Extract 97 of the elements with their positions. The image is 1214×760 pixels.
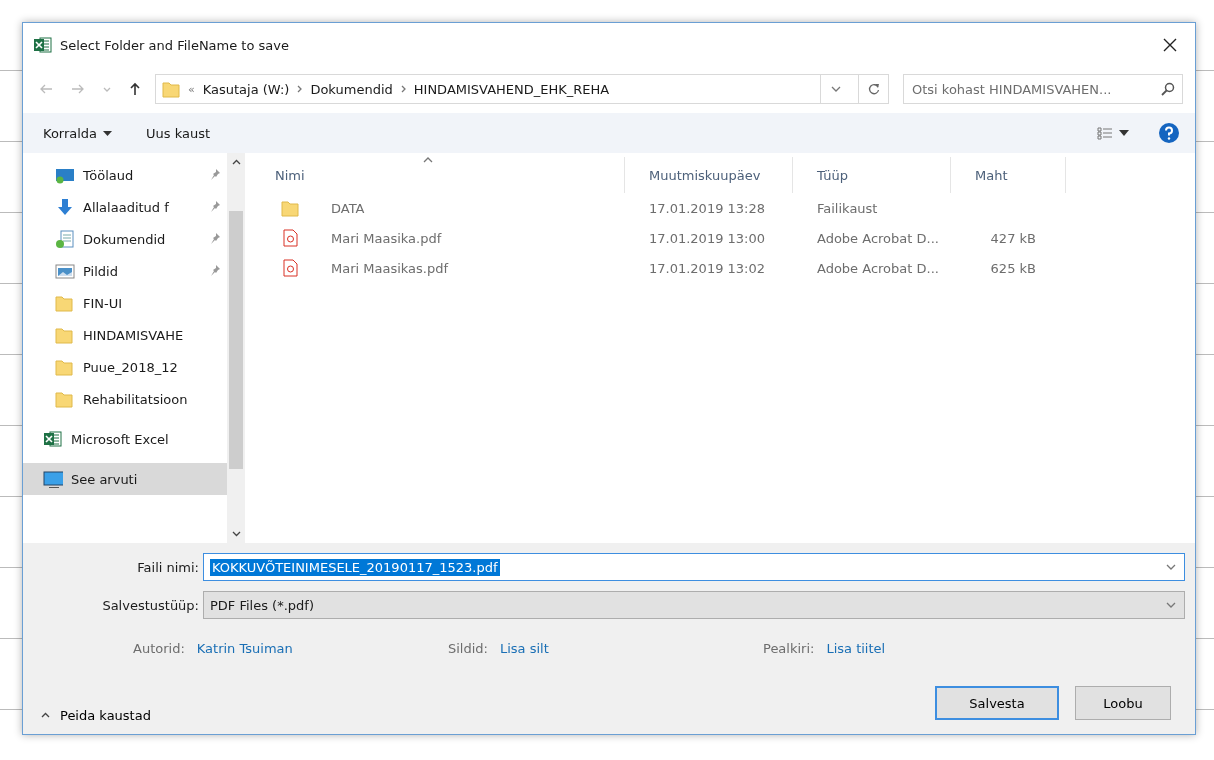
sidebar-label: Microsoft Excel xyxy=(71,431,169,447)
window-title: Select Folder and FileName to save xyxy=(60,37,290,53)
sidebar-item[interactable]: Rehabilitatsioon xyxy=(23,383,227,415)
sidebar-item[interactable]: Allalaaditud f xyxy=(23,191,227,223)
file-name[interactable]: Mari Maasikas.pdf xyxy=(251,259,625,277)
sidebar-label: HINDAMISVAHE xyxy=(83,327,184,343)
sidebar-item[interactable]: HINDAMISVAHE xyxy=(23,319,227,351)
field-label: Faili nimi: xyxy=(136,559,200,575)
overflow-chevron[interactable]: « xyxy=(188,82,195,96)
sidebar-item[interactable]: Pildid xyxy=(23,255,227,287)
breadcrumb[interactable]: Kasutaja (W:) xyxy=(202,81,290,97)
right-arrow-icon xyxy=(71,83,85,95)
chevron-down-icon xyxy=(830,86,841,92)
sidebar-item[interactable]: See arvuti xyxy=(23,463,227,495)
table-cell-text: 427 kB xyxy=(989,230,1037,246)
field-label: Salvestustüüp: xyxy=(101,597,200,613)
address-bar[interactable]: « Kasutaja (W:) Dokumendid HINDAMISVAHEND_EHK_REHA xyxy=(155,74,889,104)
excel-icon xyxy=(33,36,52,54)
folder-icon xyxy=(55,294,75,312)
pdf-file-icon xyxy=(281,229,299,247)
chevron-down-icon xyxy=(1166,602,1176,608)
metadata-label: Pealkiri: xyxy=(763,641,815,656)
up-arrow-icon xyxy=(129,82,141,96)
scrollbar-thumb[interactable] xyxy=(229,211,243,469)
column-header[interactable]: Maht xyxy=(951,157,1066,193)
table-cell-text: 17.01.2019 13:28 xyxy=(648,200,767,216)
save-button[interactable]: Salvesta xyxy=(935,686,1059,720)
file-name-text: Mari Maasika.pdf xyxy=(330,230,442,246)
sidebar-item[interactable]: Microsoft Excel xyxy=(23,423,227,455)
hide-folders-toggle[interactable]: Peida kaustad xyxy=(23,706,157,724)
table-cell-text: 625 kB xyxy=(989,260,1037,276)
search-field[interactable]: Otsi kohast HINDAMISVAHEN... xyxy=(903,74,1183,104)
search-icon xyxy=(1161,82,1175,96)
chevron-right-icon xyxy=(400,85,406,93)
chevron-up-icon xyxy=(231,159,241,165)
folder-icon xyxy=(55,390,75,408)
organize-menu[interactable]: Korralda xyxy=(39,121,117,145)
column-header[interactable]: Nimi xyxy=(251,157,625,193)
metadata-label: Autorid: xyxy=(133,641,185,656)
column-header[interactable]: Tüüp xyxy=(793,157,951,193)
documents-icon xyxy=(55,230,75,248)
metadata-label: Sildid: xyxy=(448,641,488,656)
sidebar-label: Allalaaditud f xyxy=(83,199,169,215)
folder-icon xyxy=(162,80,180,98)
cancel-button[interactable]: Loobu xyxy=(1075,686,1171,720)
sidebar-label: FIN-UI xyxy=(83,295,123,311)
filename-field[interactable]: KOKKUVÕTEINIMESELE_20190117_1523.pdf xyxy=(203,553,1185,581)
column-header[interactable]: Muutmiskuupäev xyxy=(625,157,793,193)
file-name-text: DATA xyxy=(330,200,365,216)
pdf-file-icon xyxy=(281,259,299,277)
metadata-link[interactable]: Lisa tiitel xyxy=(826,641,886,656)
sidebar-label: Töölaud xyxy=(83,167,134,183)
folder-icon xyxy=(55,358,75,376)
computer-icon xyxy=(43,470,63,488)
sidebar-item[interactable]: Töölaud xyxy=(23,159,227,191)
details-view-icon xyxy=(1097,126,1113,140)
download-arrow-icon xyxy=(55,198,75,216)
folder-icon xyxy=(55,326,75,344)
breadcrumb[interactable]: HINDAMISVAHEND_EHK_REHA xyxy=(413,81,610,97)
table-cell-text: Failikaust xyxy=(816,200,879,216)
sidebar-item[interactable]: FIN-UI xyxy=(23,287,227,319)
table-cell-text: Adobe Acrobat D... xyxy=(816,230,940,246)
close-icon xyxy=(1163,38,1177,52)
pictures-icon xyxy=(55,262,75,280)
folder-icon xyxy=(281,199,299,217)
sidebar-item[interactable]: Dokumendid xyxy=(23,223,227,255)
refresh-icon xyxy=(867,83,880,95)
sidebar-label: Rehabilitatsioon xyxy=(83,391,188,407)
sidebar-label: Puue_2018_12 xyxy=(83,359,178,375)
excel-icon xyxy=(43,430,63,448)
desktop-icon xyxy=(55,166,75,184)
sidebar-label: Pildid xyxy=(83,263,118,279)
metadata-link[interactable]: Lisa silt xyxy=(500,641,549,656)
sidebar-item[interactable]: Puue_2018_12 xyxy=(23,351,227,383)
caret-icon xyxy=(1119,130,1129,136)
file-name-text: Mari Maasikas.pdf xyxy=(330,260,449,276)
new-folder-button[interactable]: Uus kaust xyxy=(142,121,215,145)
breadcrumb[interactable]: Dokumendid xyxy=(310,81,393,97)
file-type-dropdown[interactable]: PDF Files (*.pdf) xyxy=(203,591,1185,619)
chevron-down-icon xyxy=(231,531,241,537)
sort-caret-icon xyxy=(423,157,433,163)
chevron-right-icon xyxy=(297,85,303,93)
chevron-down-icon xyxy=(1166,564,1176,570)
help-icon xyxy=(1159,123,1179,143)
table-cell-text: Adobe Acrobat D... xyxy=(816,260,940,276)
table-cell-text: 17.01.2019 13:02 xyxy=(648,260,767,276)
metadata-link[interactable]: Katrin Tsuiman xyxy=(196,641,293,656)
sidebar-label: See arvuti xyxy=(71,471,138,487)
sidebar-label: Dokumendid xyxy=(83,231,166,247)
file-name[interactable]: Mari Maasika.pdf xyxy=(251,229,625,247)
chevron-down-icon xyxy=(103,86,111,92)
chevron-up-icon xyxy=(41,712,50,718)
file-name[interactable]: DATA xyxy=(251,199,625,217)
table-cell-text: 17.01.2019 13:00 xyxy=(648,230,767,246)
scrollbar[interactable] xyxy=(227,153,245,543)
caret-icon xyxy=(103,130,113,136)
left-arrow-icon xyxy=(39,83,53,95)
